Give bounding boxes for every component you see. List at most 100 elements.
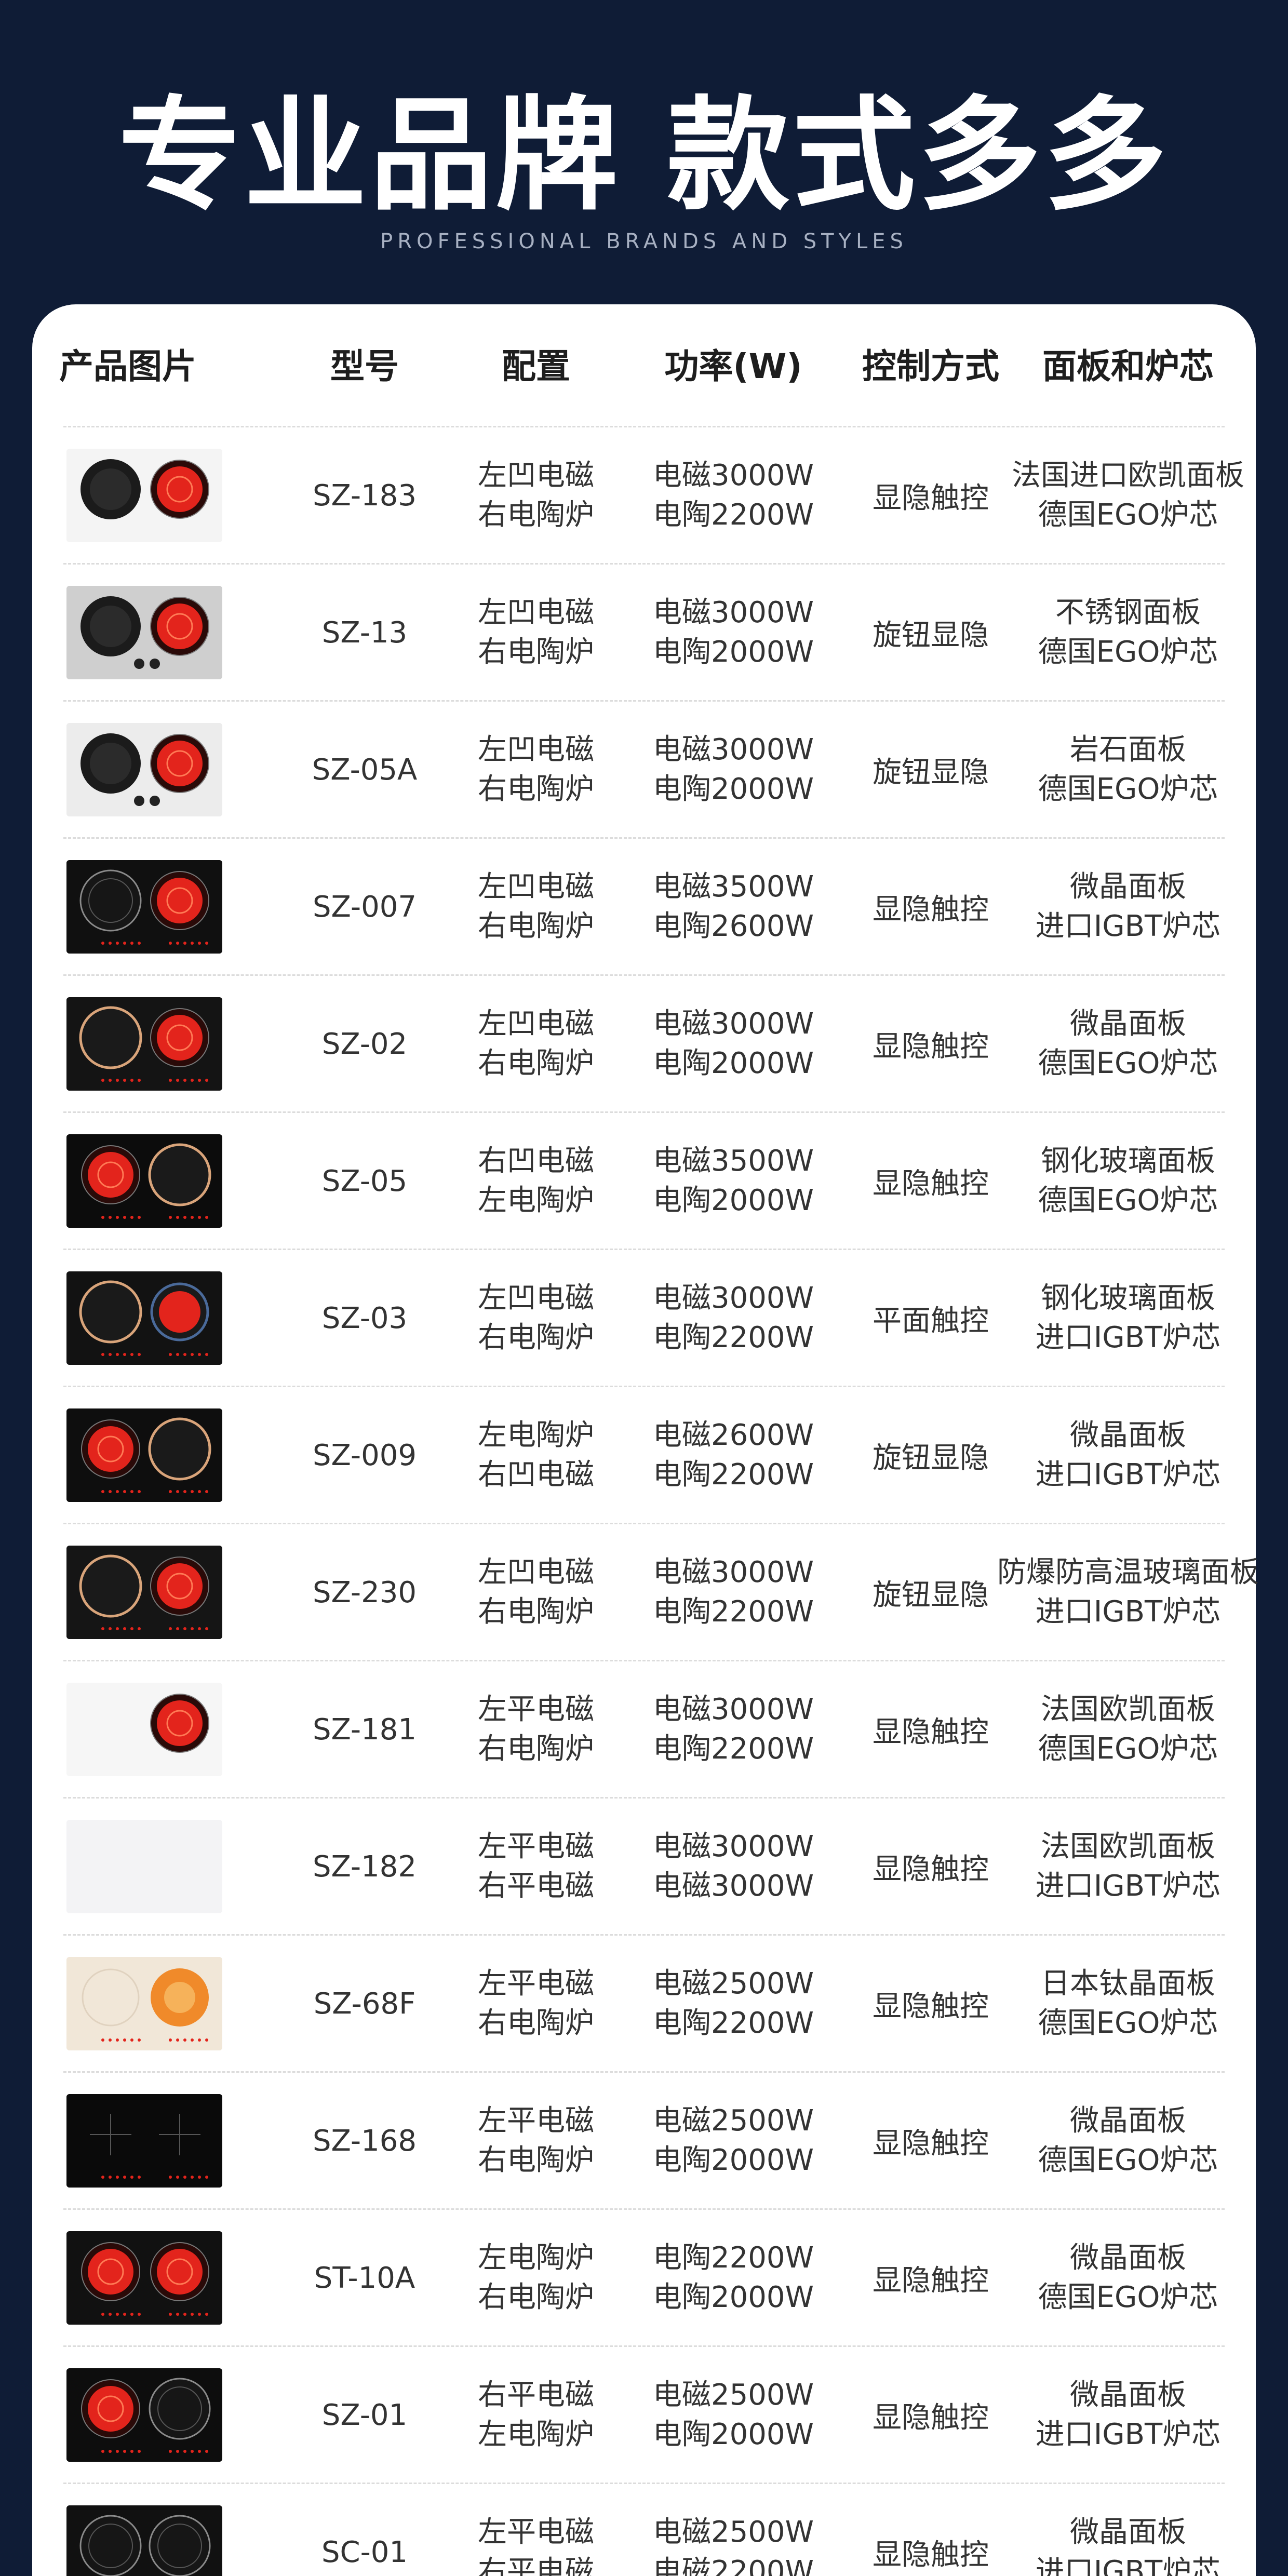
control-cell: 显隐触控 — [873, 1166, 989, 1201]
panel-cell-line: 进口IGBT炉芯 — [1035, 1458, 1221, 1492]
panel-cell-line: 德国EGO炉芯 — [1038, 1046, 1218, 1080]
panel-cell-line: 进口IGBT炉芯 — [1035, 1869, 1221, 1903]
panel-cell-line: 进口IGBT炉芯 — [1035, 2555, 1221, 2576]
config-cell: 左平电磁 右平电磁 — [474, 1798, 598, 1935]
header-image: 产品图片 — [59, 346, 196, 386]
black-cooktop-two-rings-icon — [66, 1134, 222, 1228]
table-row: SZ-183 左凹电磁 右电陶炉 电磁3000W 电陶2200W 法国进口欧凯面板 德国EG… — [32, 427, 1256, 564]
power-cell-line: 电陶2200W — [653, 1458, 814, 1492]
power-cell-line: 电陶2000W — [653, 2143, 814, 2177]
config-cell: 右凹电磁 左电陶炉 — [474, 1112, 598, 1250]
power-cell-line: 电磁3000W — [653, 1007, 814, 1041]
panel-cell: 岩石面板 德国EGO炉芯 — [1009, 701, 1247, 838]
table-row: SZ-03 左凹电磁 右电陶炉 电磁3000W 电陶2200W 钢化玻璃面板 进口IGBT炉… — [32, 1250, 1256, 1387]
config-cell-line: 左凹电磁 — [478, 870, 594, 904]
control-cell: 平面触控 — [873, 1304, 989, 1338]
power-cell-line: 电陶2000W — [653, 772, 814, 806]
power-cell-line: 电陶2600W — [653, 909, 814, 943]
page-title: 专业品牌 款式多多 — [118, 84, 1170, 227]
config-cell-line: 右电陶炉 — [478, 909, 594, 943]
config-cell-line: 右电陶炉 — [478, 498, 594, 532]
model-cell: SZ-007 — [312, 890, 417, 924]
hero-banner: 专业品牌 款式多多 PROFESSIONAL BRANDS AND STYLES — [0, 0, 1288, 306]
config-cell: 左凹电磁 右电陶炉 — [474, 427, 598, 564]
power-cell: 电磁2500W 电陶2000W — [645, 2346, 822, 2484]
config-cell: 右平电磁 左电陶炉 — [474, 2346, 598, 2484]
header-model: 型号 — [330, 346, 399, 386]
table-row: SZ-05 右凹电磁 左电陶炉 电磁3500W 电陶2000W 钢化玻璃面板 德国EGO炉芯… — [32, 1112, 1256, 1250]
control-cell: 旋钮显隐 — [873, 1578, 989, 1612]
black-cooktop-two-flat-icon — [66, 2505, 222, 2576]
config-cell: 左凹电磁 右电陶炉 — [474, 1524, 598, 1661]
header-config: 配置 — [502, 346, 570, 386]
panel-cell: 不锈钢面板 德国EGO炉芯 — [1009, 564, 1247, 701]
table-row: SZ-230 左凹电磁 右电陶炉 电磁3000W 电陶2200W 防爆防高温玻璃面板 进口I… — [32, 1524, 1259, 1661]
panel-cell-line: 进口IGBT炉芯 — [1035, 1595, 1221, 1629]
power-cell-line: 电磁3500W — [653, 870, 814, 904]
config-cell-line: 右电陶炉 — [478, 1046, 594, 1080]
config-cell-line: 左凹电磁 — [478, 459, 594, 492]
model-cell: SZ-01 — [321, 2398, 408, 2432]
control-cell: 显隐触控 — [873, 1715, 989, 1749]
config-cell-line: 左电陶炉 — [478, 2418, 594, 2451]
control-cell: 显隐触控 — [873, 481, 989, 515]
table-row: ST-10A 左电陶炉 右电陶炉 电陶2200W 电陶2000W 微晶面板 德国EGO炉芯显… — [32, 2209, 1256, 2346]
power-cell: 电磁3000W 电陶2200W — [645, 427, 822, 564]
config-cell: 左凹电磁 右电陶炉 — [474, 564, 598, 701]
model-cell: SZ-13 — [321, 615, 408, 650]
config-cell-line: 左平电磁 — [478, 1830, 594, 1863]
black-cooktop-concave-left-icon — [66, 860, 222, 954]
config-cell-line: 右平电磁 — [478, 2555, 594, 2576]
product-image — [66, 1820, 222, 1913]
power-cell-line: 电磁2500W — [653, 1967, 814, 2001]
power-cell-line: 电磁3000W — [653, 1281, 814, 1315]
power-cell: 电磁2500W 电陶2000W — [645, 2072, 822, 2209]
panel-cell-line: 微晶面板 — [1070, 2378, 1186, 2412]
model-cell: SZ-02 — [321, 1027, 408, 1061]
panel-cell-line: 微晶面板 — [1070, 2104, 1186, 2138]
panel-cell-line: 德国EGO炉芯 — [1038, 635, 1218, 669]
control-cell: 显隐触控 — [873, 1852, 989, 1886]
header-power: 功率(W) — [664, 346, 802, 386]
config-cell-line: 右电陶炉 — [478, 2143, 594, 2177]
product-image — [66, 1683, 222, 1776]
panel-cell: 微晶面板进口IGBT炉芯 — [1009, 1387, 1247, 1524]
panel-cell: 钢化玻璃面板 进口IGBT炉芯 — [1009, 1250, 1247, 1387]
config-cell-line: 右电陶炉 — [478, 2280, 594, 2314]
panel-cell: 微晶面板 德国EGO炉芯 — [1009, 2209, 1247, 2346]
power-cell-line: 电磁3000W — [653, 733, 814, 767]
panel-cell-line: 微晶面板 — [1070, 1418, 1186, 1452]
control-cell: 旋钮显隐 — [873, 1441, 989, 1475]
power-cell-line: 电陶2200W — [653, 2241, 814, 2275]
config-cell-line: 左电陶炉 — [478, 2241, 594, 2275]
panel-cell: 微晶面板德国EGO炉芯 — [1009, 2072, 1247, 2209]
panel-cell-line: 法国欧凯面板 — [1041, 1693, 1215, 1726]
config-cell-line: 右电陶炉 — [478, 635, 594, 669]
header-control: 控制方式 — [862, 346, 999, 386]
panel-cell-line: 德国EGO炉芯 — [1038, 2143, 1218, 2177]
panel-cell: 微晶面板进口IGBT炉芯 — [1009, 2484, 1247, 2576]
white-cooktop-flat-icon — [66, 1820, 222, 1913]
table-row: SZ-007 左凹电磁右电陶炉 电磁3500W 电陶2600W 微晶面板 进口IGBT炉芯… — [32, 838, 1256, 975]
config-cell: 左凹电磁 右电陶炉 — [474, 975, 598, 1112]
panel-cell: 微晶面板 进口IGBT炉芯 — [1009, 838, 1247, 975]
black-cooktop-ceramic-left-icon — [66, 1408, 222, 1502]
control-cell: 显隐触控 — [873, 892, 989, 927]
steel-cooktop-knobs-icon — [66, 586, 222, 679]
panel-cell: 日本钛晶面板 德国EGO炉芯 — [1009, 1935, 1247, 2072]
panel-cell-line: 德国EGO炉芯 — [1038, 1732, 1218, 1766]
control-cell: 显隐触控 — [873, 2538, 989, 2572]
control-cell: 旋钮显隐 — [873, 755, 989, 789]
config-cell-line: 左平电磁 — [478, 1693, 594, 1726]
power-cell-line: 电磁2500W — [653, 2104, 814, 2138]
power-cell: 电磁3000W 电陶2200W — [645, 1661, 822, 1798]
config-cell-line: 左凹电磁 — [478, 733, 594, 767]
config-cell-line: 左平电磁 — [478, 1967, 594, 2001]
white-cooktop-flat-left-icon — [66, 1683, 222, 1776]
power-cell-line: 电磁3000W — [653, 1555, 814, 1589]
power-cell-line: 电陶2200W — [653, 1595, 814, 1629]
config-cell: 左平电磁 右电陶炉 — [474, 1661, 598, 1798]
panel-cell-line: 微晶面板 — [1070, 2515, 1186, 2549]
product-image — [66, 1271, 222, 1365]
power-cell-line: 电陶2200W — [653, 498, 814, 532]
